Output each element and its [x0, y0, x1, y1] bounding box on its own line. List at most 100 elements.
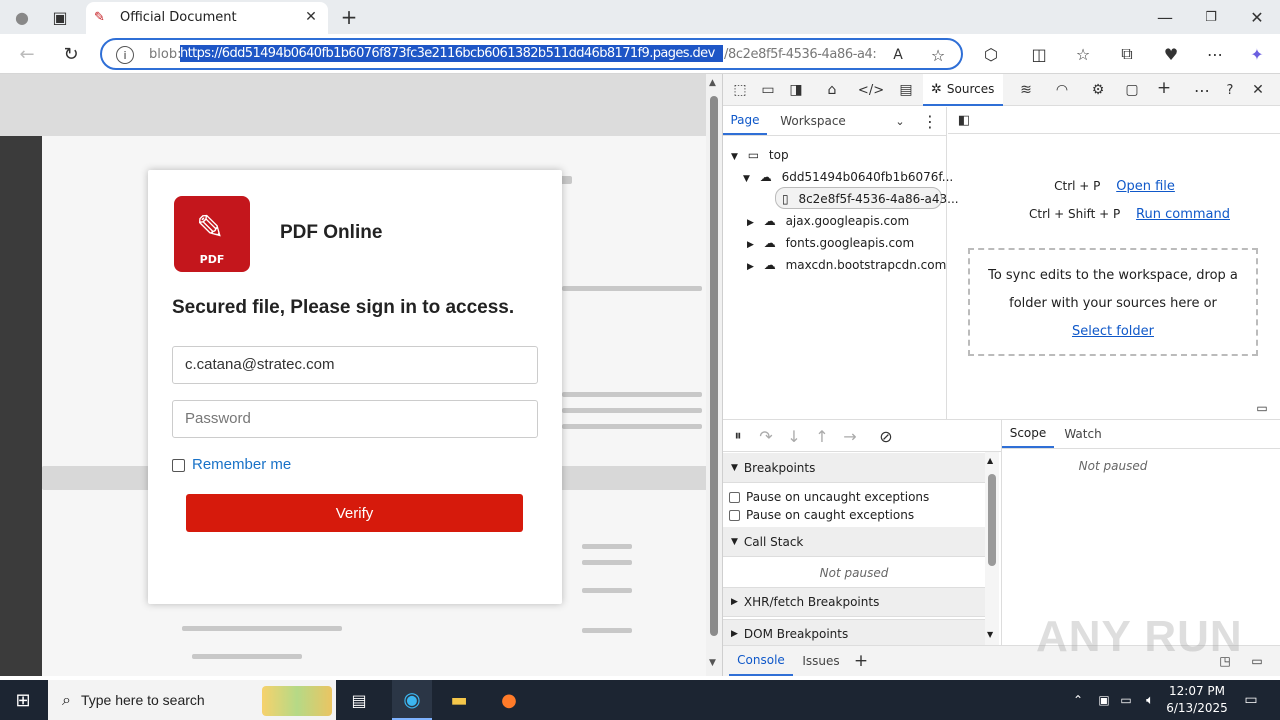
xhr-breakpoints-section[interactable]: ▶ XHR/fetch Breakpoints	[723, 587, 985, 617]
tab-page[interactable]: Page	[723, 107, 767, 135]
scroll-down-icon[interactable]: ▼	[987, 630, 993, 639]
step-icon[interactable]: →	[839, 425, 861, 447]
profile-icon[interactable]: ●	[8, 5, 36, 29]
step-into-icon[interactable]: ↓	[783, 425, 805, 447]
show-hidden-icons-icon[interactable]: ⌃	[1068, 688, 1088, 712]
verify-button[interactable]: Verify	[186, 494, 523, 532]
pause-uncaught-checkbox[interactable]	[729, 491, 740, 503]
tree-item-domain[interactable]: ▶ ☁ ajax.googleapis.com	[747, 214, 909, 228]
taskbar-search[interactable]: ⌕ Type here to search	[48, 680, 336, 720]
close-window-icon[interactable]: ✕	[1244, 5, 1270, 29]
tab-issues[interactable]: Issues	[797, 646, 845, 676]
network-icon[interactable]: ≋	[1015, 79, 1037, 101]
workspace-drop-zone[interactable]: To sync edits to the workspace, drop a f…	[968, 248, 1258, 356]
url-input[interactable]: i blob: https://6dd51494b0640fb1b6076f87…	[100, 38, 963, 70]
settings-gear-icon[interactable]: ⚙	[1087, 79, 1109, 101]
password-field[interactable]: Password	[172, 400, 538, 438]
collections-icon[interactable]: ⧉	[1114, 42, 1140, 66]
file-explorer-icon[interactable]: ▬	[446, 688, 472, 712]
refresh-icon[interactable]: ↻	[58, 42, 84, 66]
performance-tool-icon[interactable]: ◠	[1051, 79, 1073, 101]
page-scroll-up-icon[interactable]: ▲	[709, 78, 716, 88]
devtools-menu-icon[interactable]: ⋯	[1191, 79, 1213, 101]
volume-icon[interactable]: 🔈︎	[1140, 688, 1160, 712]
page-scroll-thumb[interactable]	[710, 96, 718, 636]
pause-uncaught-option[interactable]: Pause on uncaught exceptions	[729, 490, 929, 504]
back-icon[interactable]: ←	[14, 42, 40, 66]
deactivate-breakpoints-icon[interactable]: ⊘	[875, 425, 897, 447]
welcome-icon[interactable]: ⌂	[821, 79, 843, 101]
inspect-icon[interactable]: ⬚	[729, 79, 751, 101]
restore-icon[interactable]: ❐	[1198, 5, 1224, 29]
minimize-icon[interactable]: —	[1152, 5, 1178, 29]
tab-workspace[interactable]: Workspace	[773, 107, 853, 135]
debugger-scrollbar[interactable]: ▲ ▼	[985, 452, 999, 646]
pause-caught-option[interactable]: Pause on caught exceptions	[729, 508, 914, 522]
scope-status: Not paused	[1078, 459, 1148, 473]
chevron-down-icon[interactable]: ⌄	[891, 111, 909, 131]
site-info-icon[interactable]: i	[116, 46, 134, 64]
debugger-scroll-thumb[interactable]	[988, 474, 996, 566]
windows-start-icon[interactable]: ⊞	[10, 688, 36, 712]
close-devtools-icon[interactable]: ✕	[1247, 79, 1269, 101]
debugger-toolbar: ⏸ ↷ ↓ ↑ → ⊘	[723, 420, 1001, 452]
add-drawer-tab-icon[interactable]: +	[851, 650, 871, 672]
call-stack-section[interactable]: ▼ Call Stack	[723, 527, 985, 557]
tree-item-domain[interactable]: ▶ ☁ fonts.googleapis.com	[747, 236, 914, 250]
elements-icon[interactable]: </>	[858, 79, 884, 101]
favorites-icon[interactable]: ☆	[1070, 42, 1096, 66]
tree-domain-label: ajax.googleapis.com	[785, 214, 910, 228]
help-icon[interactable]: ?	[1219, 79, 1241, 101]
tree-item-domain[interactable]: ▶ ☁ maxcdn.bootstrapcdn.com	[747, 258, 946, 272]
task-view-icon[interactable]: ▤	[346, 688, 372, 712]
new-tab-icon[interactable]: +	[336, 5, 362, 29]
performance-icon[interactable]: ♥	[1158, 42, 1184, 66]
copilot-icon[interactable]: ✦	[1244, 42, 1270, 66]
split-screen-icon[interactable]: ◫	[1026, 42, 1052, 66]
open-file-link[interactable]: Open file	[1116, 179, 1175, 194]
tab-official-document[interactable]: ✎ Official Document ✕	[86, 2, 328, 34]
tab-scope[interactable]: Scope	[1002, 420, 1054, 448]
tree-item-file-selected[interactable]: ▯ 8c2e8f5f-4536-4a86-a43...	[775, 187, 959, 209]
pause-icon[interactable]: ⏸	[727, 425, 749, 447]
tree-item-host[interactable]: ▼ ☁ 6dd51494b0640fb1b6076f...	[743, 170, 953, 184]
navigator-menu-icon[interactable]: ⋮	[921, 111, 939, 131]
more-menu-icon[interactable]: ⋯	[1202, 42, 1228, 66]
tab-actions-icon[interactable]: ▣	[46, 5, 74, 29]
tab-watch[interactable]: Watch	[1058, 420, 1108, 448]
read-aloud-icon[interactable]: A	[886, 44, 910, 66]
page-scrollbar[interactable]: ▲ ▼	[706, 74, 722, 676]
tab-console[interactable]: Console	[729, 646, 793, 676]
extensions-icon[interactable]: ⬡	[978, 42, 1004, 66]
dock-icon[interactable]: ◨	[785, 79, 807, 101]
close-drawer-icon[interactable]: ▭	[1247, 650, 1267, 672]
notifications-icon[interactable]: ▭	[1238, 688, 1264, 712]
page-scroll-down-icon[interactable]: ▼	[709, 658, 716, 668]
network-status-icon[interactable]: ▭	[1116, 688, 1136, 712]
close-tab-icon[interactable]: ✕	[300, 6, 322, 28]
drawer-toggle-icon[interactable]: ▭	[1252, 399, 1272, 417]
step-out-icon[interactable]: ↑	[811, 425, 833, 447]
scroll-up-icon[interactable]: ▲	[987, 456, 993, 465]
toggle-navigator-icon[interactable]: ◧	[954, 110, 974, 130]
pause-caught-label: Pause on caught exceptions	[746, 508, 915, 522]
step-over-icon[interactable]: ↷	[755, 425, 777, 447]
device-emulation-icon[interactable]: ▭	[757, 79, 779, 101]
edge-taskbar-icon[interactable]: ◉	[392, 680, 432, 720]
remember-checkbox[interactable]	[172, 459, 185, 472]
breakpoints-section[interactable]: ▼ Breakpoints	[723, 453, 985, 483]
favorite-star-icon[interactable]: ☆	[926, 44, 950, 66]
tree-item-top[interactable]: ▼ ▭ top	[731, 148, 789, 162]
device-icon[interactable]: ▣	[1094, 688, 1114, 712]
application-icon[interactable]: ▢	[1121, 79, 1143, 101]
remember-label[interactable]: Remember me	[192, 456, 291, 473]
sources-tab[interactable]: ✲ Sources	[923, 74, 1003, 106]
firefox-icon[interactable]: ●	[496, 688, 522, 712]
console-icon[interactable]: ▤	[895, 79, 917, 101]
pause-caught-checkbox[interactable]	[729, 509, 740, 521]
more-tools-icon[interactable]: +	[1153, 77, 1175, 99]
clock[interactable]: 12:07 PM 6/13/2025	[1162, 683, 1232, 717]
select-folder-link[interactable]: Select folder	[1072, 324, 1154, 339]
email-field[interactable]: c.catana@stratec.com	[172, 346, 538, 384]
run-command-link[interactable]: Run command	[1136, 207, 1230, 222]
